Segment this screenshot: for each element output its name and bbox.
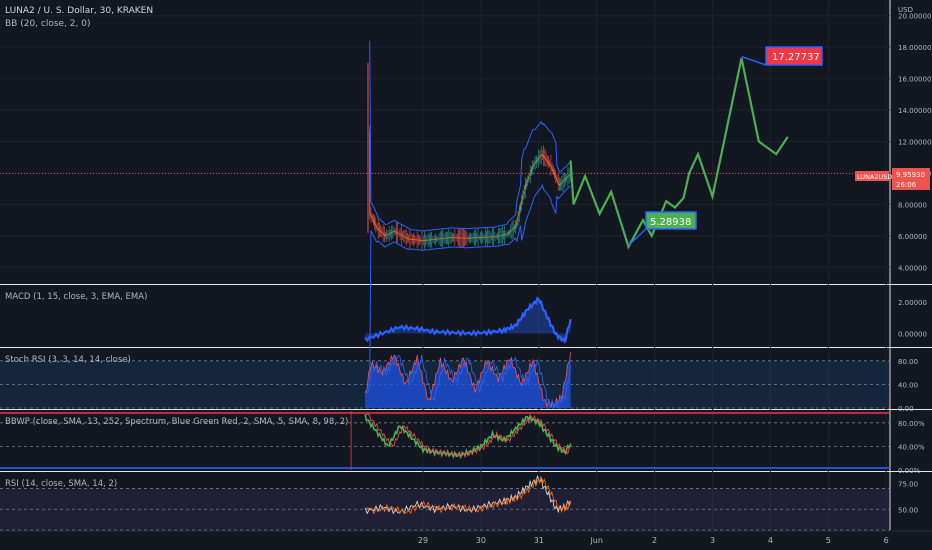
series-line[interactable]	[364, 413, 572, 460]
rsi-legend: RSI (14, close, SMA, 14, 2)	[5, 479, 117, 489]
currency-label: USD	[898, 6, 913, 14]
x-tick-label: 2	[652, 536, 657, 545]
y-tick-label: 14.00000	[898, 107, 931, 115]
x-tick-label: 5	[826, 536, 831, 545]
y-tick-label: 18.00000	[898, 44, 931, 52]
y-tick-label: 0.00%	[898, 467, 921, 475]
y-tick-label: 80.00%	[898, 420, 925, 428]
bb-legend: BB (20, close, 2, 0)	[5, 19, 90, 29]
y-tick-label: 2.00000	[898, 299, 927, 307]
pane-rsi[interactable]	[0, 474, 890, 531]
y-tick-label: 80.00	[898, 358, 918, 366]
price-tag-countdown: 26:06	[896, 181, 917, 189]
y-tick-label: 0.00000	[898, 330, 927, 338]
bbwp-legend: BBWP (close, SMA, 13, 252, Spectrum, Blu…	[5, 417, 348, 427]
y-tick-label: 4.00000	[898, 264, 927, 272]
bb-basis	[369, 154, 571, 241]
bb-upper	[369, 40, 571, 232]
y-tick-label: 0.00	[898, 405, 914, 413]
signal-line	[365, 414, 571, 459]
chart-svg[interactable]: 4.000006.000008.0000010.0000012.0000014.…	[0, 0, 932, 550]
x-tick-label: 30	[476, 536, 486, 545]
y-tick-label: 40.00	[898, 381, 918, 389]
macd-legend: MACD (1, 15, close, 3, EMA, EMA)	[5, 292, 147, 302]
pane-macd[interactable]	[364, 296, 572, 345]
y-tick-label: 6.00000	[898, 233, 927, 241]
y-tick-label: 16.00000	[898, 76, 931, 84]
stoch-legend: Stoch RSI (3, 3, 14, 14, close)	[5, 355, 131, 365]
y-tick-label: 40.00%	[898, 443, 925, 451]
y-tick-label: 8.00000	[898, 201, 927, 209]
high-arrow	[741, 55, 767, 66]
y-tick-label: 75.00	[898, 480, 918, 488]
x-tick-label: 3	[710, 536, 715, 545]
x-tick-label: 4	[768, 536, 773, 545]
x-tick-label: 29	[418, 536, 428, 545]
low-callout-text: 5.28938	[650, 217, 691, 228]
x-tick-label: 31	[534, 536, 544, 545]
price-tag-price: 9.95930	[896, 171, 925, 179]
price-axis[interactable]: 4.000006.000008.0000010.0000012.0000014.…	[898, 13, 931, 515]
time-axis[interactable]: 29 30 31 Jun 2 3 4 5 6	[418, 536, 889, 545]
y-tick-label: 50.00	[898, 506, 918, 514]
symbol-title: LUNA2 / U. S. Dollar, 30, KRAKEN	[5, 6, 153, 16]
symbol-tag-text: LUNA2USD	[857, 173, 892, 181]
x-tick-label: Jun	[589, 536, 603, 545]
x-tick-label: 6	[884, 536, 889, 545]
pane-stoch-rsi[interactable]	[0, 351, 890, 409]
chart-root: 4.000006.000008.0000010.0000012.0000014.…	[0, 0, 932, 550]
series-area	[365, 298, 571, 342]
high-callout-text: 17.27737	[772, 52, 820, 63]
y-tick-label: 12.00000	[898, 139, 931, 147]
